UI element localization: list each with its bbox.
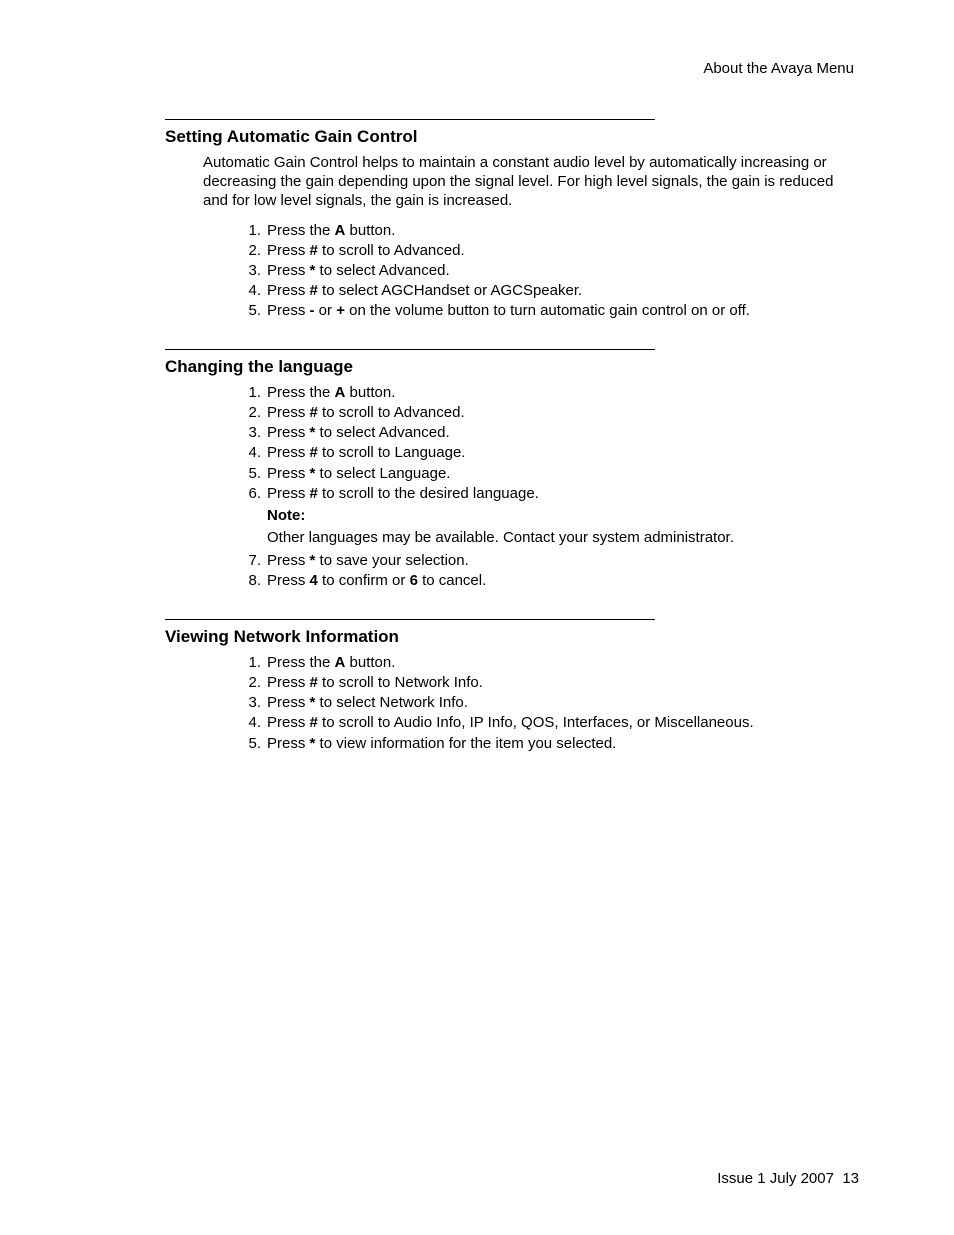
step-item: 3.Press * to select Advanced. [245, 423, 859, 442]
footer-page-number: 13 [842, 1170, 859, 1187]
step-item: 8.Press 4 to confirm or 6 to cancel. [245, 571, 859, 590]
step-number: 3. [245, 423, 267, 442]
note-label: Note: [267, 506, 859, 525]
step-text: Press 4 to confirm or 6 to cancel. [267, 571, 859, 590]
step-text: Press # to select AGCHandset or AGCSpeak… [267, 281, 859, 300]
step-text: Press the A button. [267, 653, 859, 672]
step-number: 5. [245, 734, 267, 753]
step-item: 6.Press # to scroll to the desired langu… [245, 484, 859, 551]
step-item: 5.Press - or + on the volume button to t… [245, 301, 859, 320]
step-item: 2.Press # to scroll to Advanced. [245, 241, 859, 260]
sections-container: Setting Automatic Gain Control Automatic … [165, 119, 859, 753]
section-intro: Automatic Gain Control helps to maintain… [203, 153, 859, 211]
step-text: Press # to scroll to Language. [267, 443, 859, 462]
step-item: 5.Press * to select Language. [245, 464, 859, 483]
step-item: 4.Press # to select AGCHandset or AGCSpe… [245, 281, 859, 300]
step-number: 4. [245, 281, 267, 300]
step-number: 4. [245, 443, 267, 462]
step-text: Press - or + on the volume button to tur… [267, 301, 859, 320]
step-number: 7. [245, 551, 267, 570]
step-number: 3. [245, 693, 267, 712]
note-block: Note: Other languages may be available. C… [267, 506, 859, 547]
step-number: 5. [245, 464, 267, 483]
section-heading: Changing the language [165, 356, 859, 377]
step-text: Press the A button. [267, 383, 859, 402]
section-rule [165, 619, 655, 620]
step-item: 3.Press * to select Advanced. [245, 261, 859, 280]
step-item: 1.Press the A button. [245, 221, 859, 240]
section: Changing the language 1.Press the A butto… [165, 349, 859, 591]
step-text: Press # to scroll to Advanced. [267, 241, 859, 260]
section-rule [165, 349, 655, 350]
step-item: 2.Press # to scroll to Network Info. [245, 673, 859, 692]
step-text: Press * to select Network Info. [267, 693, 859, 712]
step-item: 4.Press # to scroll to Language. [245, 443, 859, 462]
step-number: 3. [245, 261, 267, 280]
page: About the Avaya Menu Setting Automatic G… [0, 0, 954, 1235]
step-item: 1.Press the A button. [245, 653, 859, 672]
step-text: Press the A button. [267, 221, 859, 240]
step-number: 8. [245, 571, 267, 590]
step-item: 5.Press * to view information for the it… [245, 734, 859, 753]
step-item: 2.Press # to scroll to Advanced. [245, 403, 859, 422]
step-text: Press * to view information for the item… [267, 734, 859, 753]
section: Setting Automatic Gain Control Automatic … [165, 119, 859, 321]
footer-issue: Issue 1 July 2007 [717, 1170, 834, 1187]
step-number: 2. [245, 403, 267, 422]
steps-list: 1.Press the A button.2.Press # to scroll… [245, 653, 859, 753]
step-number: 6. [245, 484, 267, 551]
step-text: Press # to scroll to Audio Info, IP Info… [267, 713, 859, 732]
step-number: 2. [245, 241, 267, 260]
step-text: Press # to scroll to Advanced. [267, 403, 859, 422]
step-number: 1. [245, 653, 267, 672]
page-footer: Issue 1 July 2007 13 [717, 1170, 859, 1189]
page-header: About the Avaya Menu [165, 60, 859, 79]
step-text: Press * to select Advanced. [267, 423, 859, 442]
step-number: 1. [245, 221, 267, 240]
step-number: 2. [245, 673, 267, 692]
step-item: 1.Press the A button. [245, 383, 859, 402]
step-number: 1. [245, 383, 267, 402]
steps-list: 1.Press the A button.2.Press # to scroll… [245, 383, 859, 591]
note-body: Other languages may be available. Contac… [267, 528, 859, 547]
steps-list: 1.Press the A button.2.Press # to scroll… [245, 221, 859, 321]
step-number: 5. [245, 301, 267, 320]
step-text: Press * to save your selection. [267, 551, 859, 570]
step-text: Press # to scroll to Network Info. [267, 673, 859, 692]
section: Viewing Network Information 1.Press the A… [165, 619, 859, 753]
section-heading: Viewing Network Information [165, 626, 859, 647]
step-item: 3.Press * to select Network Info. [245, 693, 859, 712]
step-text: Press # to scroll to the desired languag… [267, 484, 859, 551]
section-heading: Setting Automatic Gain Control [165, 126, 859, 147]
section-rule [165, 119, 655, 120]
step-text: Press * to select Advanced. [267, 261, 859, 280]
step-text: Press * to select Language. [267, 464, 859, 483]
step-item: 7.Press * to save your selection. [245, 551, 859, 570]
step-item: 4.Press # to scroll to Audio Info, IP In… [245, 713, 859, 732]
step-number: 4. [245, 713, 267, 732]
